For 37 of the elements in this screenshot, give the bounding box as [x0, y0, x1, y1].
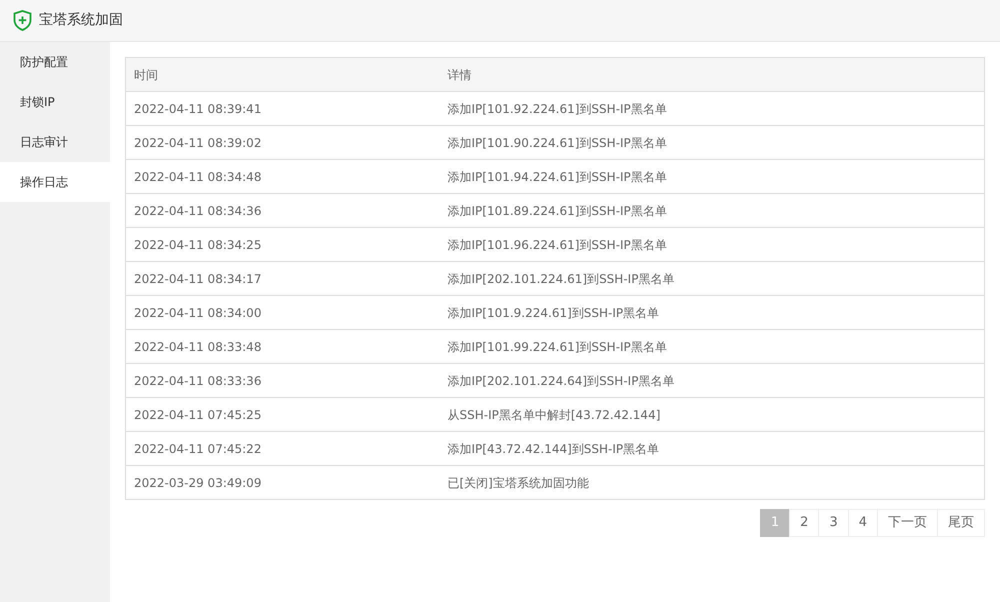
- table-cell: 2022-04-11 08:33:48: [126, 330, 440, 364]
- table-cell: 添加IP[202.101.224.61]到SSH-IP黑名单: [440, 262, 984, 296]
- table-cell: 2022-04-11 08:39:02: [126, 126, 440, 160]
- sidebar-item[interactable]: 防护配置: [0, 42, 110, 82]
- page-button[interactable]: 3: [818, 509, 849, 537]
- column-header: 时间: [126, 58, 440, 92]
- table-cell: 添加IP[101.94.224.61]到SSH-IP黑名单: [440, 160, 984, 194]
- page-button[interactable]: 尾页: [937, 509, 985, 537]
- table-cell: 添加IP[43.72.42.144]到SSH-IP黑名单: [440, 432, 984, 466]
- sidebar-item[interactable]: 日志审计: [0, 122, 110, 162]
- table-cell: 添加IP[202.101.224.64]到SSH-IP黑名单: [440, 364, 984, 398]
- table-cell: 添加IP[101.92.224.61]到SSH-IP黑名单: [440, 92, 984, 126]
- window-title: 宝塔系统加固: [39, 11, 123, 30]
- table-cell: 添加IP[101.96.224.61]到SSH-IP黑名单: [440, 228, 984, 262]
- sidebar-item[interactable]: 封锁IP: [0, 82, 110, 122]
- shield-plus-icon: [13, 10, 32, 31]
- table-cell: 添加IP[101.99.224.61]到SSH-IP黑名单: [440, 330, 984, 364]
- table-cell: 2022-04-11 07:45:22: [126, 432, 440, 466]
- page-button[interactable]: 下一页: [877, 509, 938, 537]
- table-cell: 2022-04-11 08:39:41: [126, 92, 440, 126]
- sidebar-item[interactable]: 操作日志: [0, 162, 110, 202]
- table-cell: 2022-04-11 08:34:17: [126, 262, 440, 296]
- table-cell: 添加IP[101.9.224.61]到SSH-IP黑名单: [440, 296, 984, 330]
- table-cell: 2022-04-11 07:45:25: [126, 398, 440, 432]
- table-cell: 2022-03-29 03:49:09: [126, 466, 440, 500]
- table-cell: 添加IP[101.89.224.61]到SSH-IP黑名单: [440, 194, 984, 228]
- column-header: 详情: [440, 58, 984, 92]
- table-cell: 2022-04-11 08:34:00: [126, 296, 440, 330]
- table-cell: 2022-04-11 08:34:48: [126, 160, 440, 194]
- table-cell: 2022-04-11 08:34:36: [126, 194, 440, 228]
- table-cell: 2022-04-11 08:34:25: [126, 228, 440, 262]
- page-button[interactable]: 4: [848, 509, 878, 537]
- table-cell: 从SSH-IP黑名单中解封[43.72.42.144]: [440, 398, 984, 432]
- page-button[interactable]: 2: [789, 509, 820, 537]
- table-cell: 2022-04-11 08:33:36: [126, 364, 440, 398]
- table-cell: 已[关闭]宝塔系统加固功能: [440, 466, 984, 500]
- table-cell: 添加IP[101.90.224.61]到SSH-IP黑名单: [440, 126, 984, 160]
